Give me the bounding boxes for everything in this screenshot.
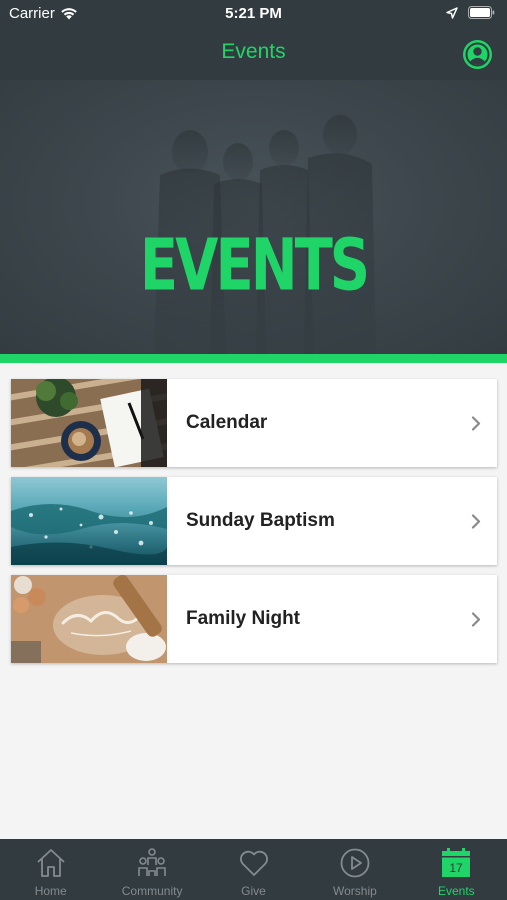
tab-home[interactable]: Home — [0, 839, 101, 900]
location-arrow-icon — [446, 6, 458, 19]
hero-people-silhouette — [154, 115, 376, 354]
hero-accent-bar — [0, 354, 507, 363]
event-card-sunday-baptism[interactable]: Sunday Baptism — [11, 477, 497, 565]
event-card-family-night[interactable]: Family Night — [11, 575, 497, 663]
home-icon — [37, 849, 65, 877]
tab-worship[interactable]: Worship — [304, 839, 405, 900]
status-right — [446, 6, 495, 19]
tab-bar: Home Community Give Worship 17 Events — [0, 839, 507, 900]
play-icon — [340, 848, 370, 878]
event-label: Sunday Baptism — [186, 510, 335, 531]
heart-icon — [239, 850, 268, 876]
family-night-thumbnail — [11, 575, 167, 663]
hero-banner: EVENTS — [0, 80, 507, 354]
tab-label: Home — [34, 884, 67, 898]
tab-label: Community — [121, 884, 183, 898]
calendar-badge: 17 — [450, 861, 464, 875]
chevron-right-icon — [471, 416, 481, 431]
tab-give[interactable]: Give — [203, 839, 304, 900]
profile-button[interactable] — [463, 40, 492, 69]
tab-events[interactable]: 17 Events — [406, 839, 507, 900]
tab-label: Worship — [333, 884, 377, 898]
chevron-right-icon — [471, 612, 481, 627]
status-time: 5:21 PM — [225, 5, 282, 22]
event-label: Family Night — [186, 608, 301, 629]
tab-label: Events — [437, 884, 475, 898]
page-title: Events — [221, 40, 286, 63]
event-label: Calendar — [186, 412, 268, 433]
tab-community[interactable]: Community — [101, 839, 202, 900]
tab-label: Give — [241, 884, 266, 898]
calendar-icon: 17 — [442, 848, 471, 877]
baptism-thumbnail — [11, 477, 167, 565]
user-icon — [465, 42, 490, 67]
hero-title: EVENTS — [139, 224, 370, 308]
community-icon — [138, 848, 166, 876]
nav-bar: Events — [0, 28, 507, 80]
calendar-thumbnail — [11, 379, 167, 467]
status-bar: Carrier 5:21 PM — [0, 0, 507, 28]
battery-icon — [468, 6, 495, 19]
chevron-right-icon — [471, 514, 481, 529]
event-card-calendar[interactable]: Calendar — [11, 379, 497, 467]
